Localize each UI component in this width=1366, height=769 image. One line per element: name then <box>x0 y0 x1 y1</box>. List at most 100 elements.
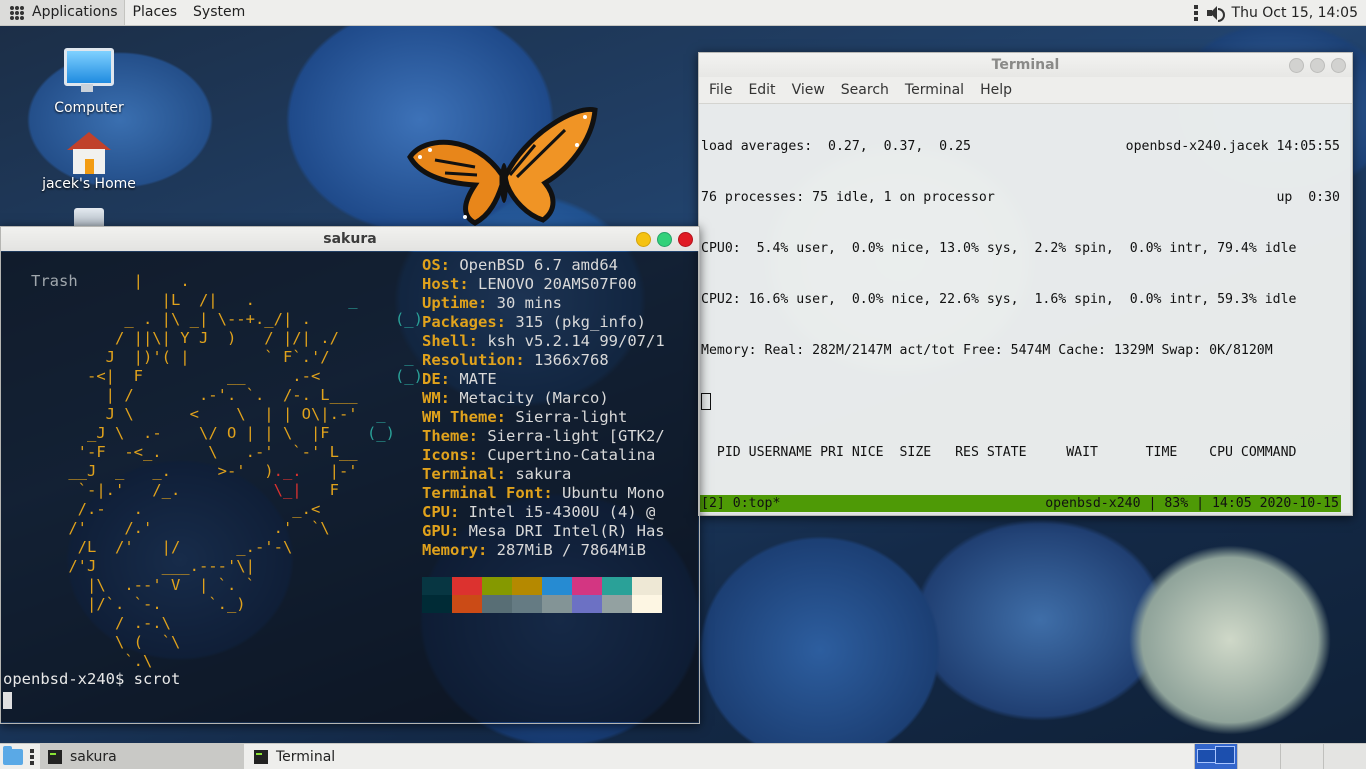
color-swatch <box>452 577 482 595</box>
minimize-button[interactable] <box>1289 58 1304 73</box>
minimize-button[interactable] <box>636 232 651 247</box>
info-value: 30 mins <box>487 294 562 312</box>
desktop-icon-trash[interactable] <box>34 208 144 228</box>
info-key: Resolution <box>422 351 516 369</box>
workspace-3[interactable] <box>1280 744 1323 769</box>
maximize-button[interactable] <box>657 232 672 247</box>
trash-icon <box>74 208 104 228</box>
panel-handle-icon <box>30 748 34 765</box>
info-key: Shell <box>422 332 469 350</box>
info-key: Uptime <box>422 294 478 312</box>
info-value: Intel i5-4300U (4) @ <box>459 503 656 521</box>
close-button[interactable] <box>1331 58 1346 73</box>
top-header-line: CPU2: 16.6% user, 0.0% nice, 22.6% sys, … <box>701 292 1297 307</box>
terminal-titlebar[interactable]: Terminal <box>699 53 1352 77</box>
color-swatch <box>542 595 572 613</box>
color-swatch <box>632 595 662 613</box>
info-line: Theme: Sierra-light [GTK2/ <box>422 427 665 445</box>
terminal-cursor <box>699 393 1350 410</box>
color-swatch <box>422 577 452 595</box>
menu-places[interactable]: Places <box>125 0 186 25</box>
info-line: Packages: 315 (pkg_info) <box>422 313 646 331</box>
menu-system[interactable]: System <box>185 0 253 25</box>
info-key: WM Theme <box>422 408 497 426</box>
menu-view[interactable]: View <box>784 82 833 98</box>
color-swatch <box>632 577 662 595</box>
top-header-line: 76 processes: 75 idle, 1 on processor up … <box>701 190 1340 205</box>
terminal-cursor <box>3 692 12 709</box>
shell-prompt: openbsd-x240$ scrot <box>3 670 181 688</box>
workspace-1[interactable] <box>1194 744 1237 769</box>
info-line: Shell: ksh v5.2.14 99/07/1 <box>422 332 665 350</box>
info-line: OS: OpenBSD 6.7 amd64 <box>422 256 618 274</box>
show-desktop-icon <box>3 745 23 765</box>
info-value: Metacity (Marco) <box>450 389 609 407</box>
desktop-icon-label: Computer <box>54 100 124 116</box>
color-swatch <box>482 595 512 613</box>
info-line: Resolution: 1366x768 <box>422 351 609 369</box>
info-value: ksh v5.2.14 99/07/1 <box>478 332 665 350</box>
sakura-terminal-output[interactable]: Trash | . |L /| . _ _ . |\ _| \--+._/| .… <box>1 252 698 722</box>
menu-applications-label: Applications <box>32 4 118 20</box>
info-key: WM <box>422 389 441 407</box>
menu-terminal[interactable]: Terminal <box>897 82 972 98</box>
neofetch-info: OS: OpenBSD 6.7 amd64 Host: LENOVO 20AMS0… <box>422 256 665 560</box>
window-title: Terminal <box>991 57 1060 73</box>
indicator-dots-icon[interactable] <box>1193 4 1198 21</box>
color-swatch <box>482 577 512 595</box>
top-header-line: Memory: Real: 282M/2147M act/tot Free: 5… <box>701 343 1273 358</box>
info-line: GPU: Mesa DRI Intel(R) Has <box>422 522 665 540</box>
menu-search[interactable]: Search <box>833 82 897 98</box>
top-header-line: load averages: 0.27, 0.37, 0.25 openbsd-x… <box>701 139 1340 154</box>
info-value: Ubuntu Mono <box>552 484 665 502</box>
desktop-icon-computer[interactable]: Computer <box>34 48 144 116</box>
process-row: 45695 jacek 2 0 12M 39M sleep/0 poll 0:0… <box>699 512 1350 513</box>
terminal-output[interactable]: load averages: 0.27, 0.37, 0.25 openbsd-x… <box>699 104 1350 513</box>
close-button[interactable] <box>678 232 693 247</box>
color-swatch <box>542 577 572 595</box>
info-line: WM: Metacity (Marco) <box>422 389 609 407</box>
info-line: Icons: Cupertino-Catalina <box>422 446 656 464</box>
color-swatch <box>512 595 542 613</box>
terminal-icon <box>254 749 268 764</box>
show-desktop-button[interactable] <box>0 744 26 769</box>
tmux-status-bar: [2] 0:top* openbsd-x240 | 83% | 14:05 202… <box>699 495 1341 512</box>
workspace-4[interactable] <box>1323 744 1366 769</box>
color-palette <box>422 577 662 613</box>
taskbar-item-terminal[interactable]: Terminal <box>246 744 343 769</box>
sakura-window[interactable]: sakura Trash | . |L /| . _ _ . |\ _| \--… <box>0 226 700 724</box>
color-swatch <box>572 577 602 595</box>
workspace-2[interactable] <box>1237 744 1280 769</box>
clock[interactable]: Thu Oct 15, 14:05 <box>1232 5 1358 21</box>
info-value: 287MiB / 7864MiB <box>487 541 646 559</box>
menu-help[interactable]: Help <box>972 82 1020 98</box>
window-title: sakura <box>323 231 377 247</box>
info-key: Terminal <box>422 465 497 483</box>
info-value: Sierra-light [GTK2/ <box>478 427 665 445</box>
maximize-button[interactable] <box>1310 58 1325 73</box>
info-line: Uptime: 30 mins <box>422 294 562 312</box>
bottom-panel: sakura Terminal <box>0 743 1366 769</box>
info-key: Icons <box>422 446 469 464</box>
info-line: Memory: 287MiB / 7864MiB <box>422 541 646 559</box>
info-value: Mesa DRI Intel(R) Has <box>459 522 665 540</box>
openbsd-ascii-logo: Trash | . |L /| . _ _ . |\ _| \--+._/| .… <box>3 271 423 670</box>
info-line: Host: LENOVO 20AMS07F00 <box>422 275 637 293</box>
info-key: Host <box>422 275 460 293</box>
volume-icon[interactable] <box>1206 5 1225 22</box>
menu-edit[interactable]: Edit <box>740 82 783 98</box>
taskbar-item-label: sakura <box>70 748 117 765</box>
color-swatch <box>602 595 632 613</box>
terminal-window[interactable]: Terminal File Edit View Search Terminal … <box>698 52 1353 516</box>
taskbar-item-sakura[interactable]: sakura <box>40 744 244 769</box>
desktop-icon-home[interactable]: jacek's Home <box>34 132 144 192</box>
info-key: DE <box>422 370 441 388</box>
info-key: Memory <box>422 541 478 559</box>
sakura-titlebar[interactable]: sakura <box>1 227 699 251</box>
process-table-header: PID USERNAME PRI NICE SIZE RES STATE WAI… <box>701 445 1297 460</box>
color-swatch <box>422 595 452 613</box>
terminal-menubar: File Edit View Search Terminal Help <box>699 77 1352 104</box>
info-key: Packages <box>422 313 497 331</box>
menu-file[interactable]: File <box>701 82 740 98</box>
applications-menu[interactable]: Applications <box>0 0 125 25</box>
